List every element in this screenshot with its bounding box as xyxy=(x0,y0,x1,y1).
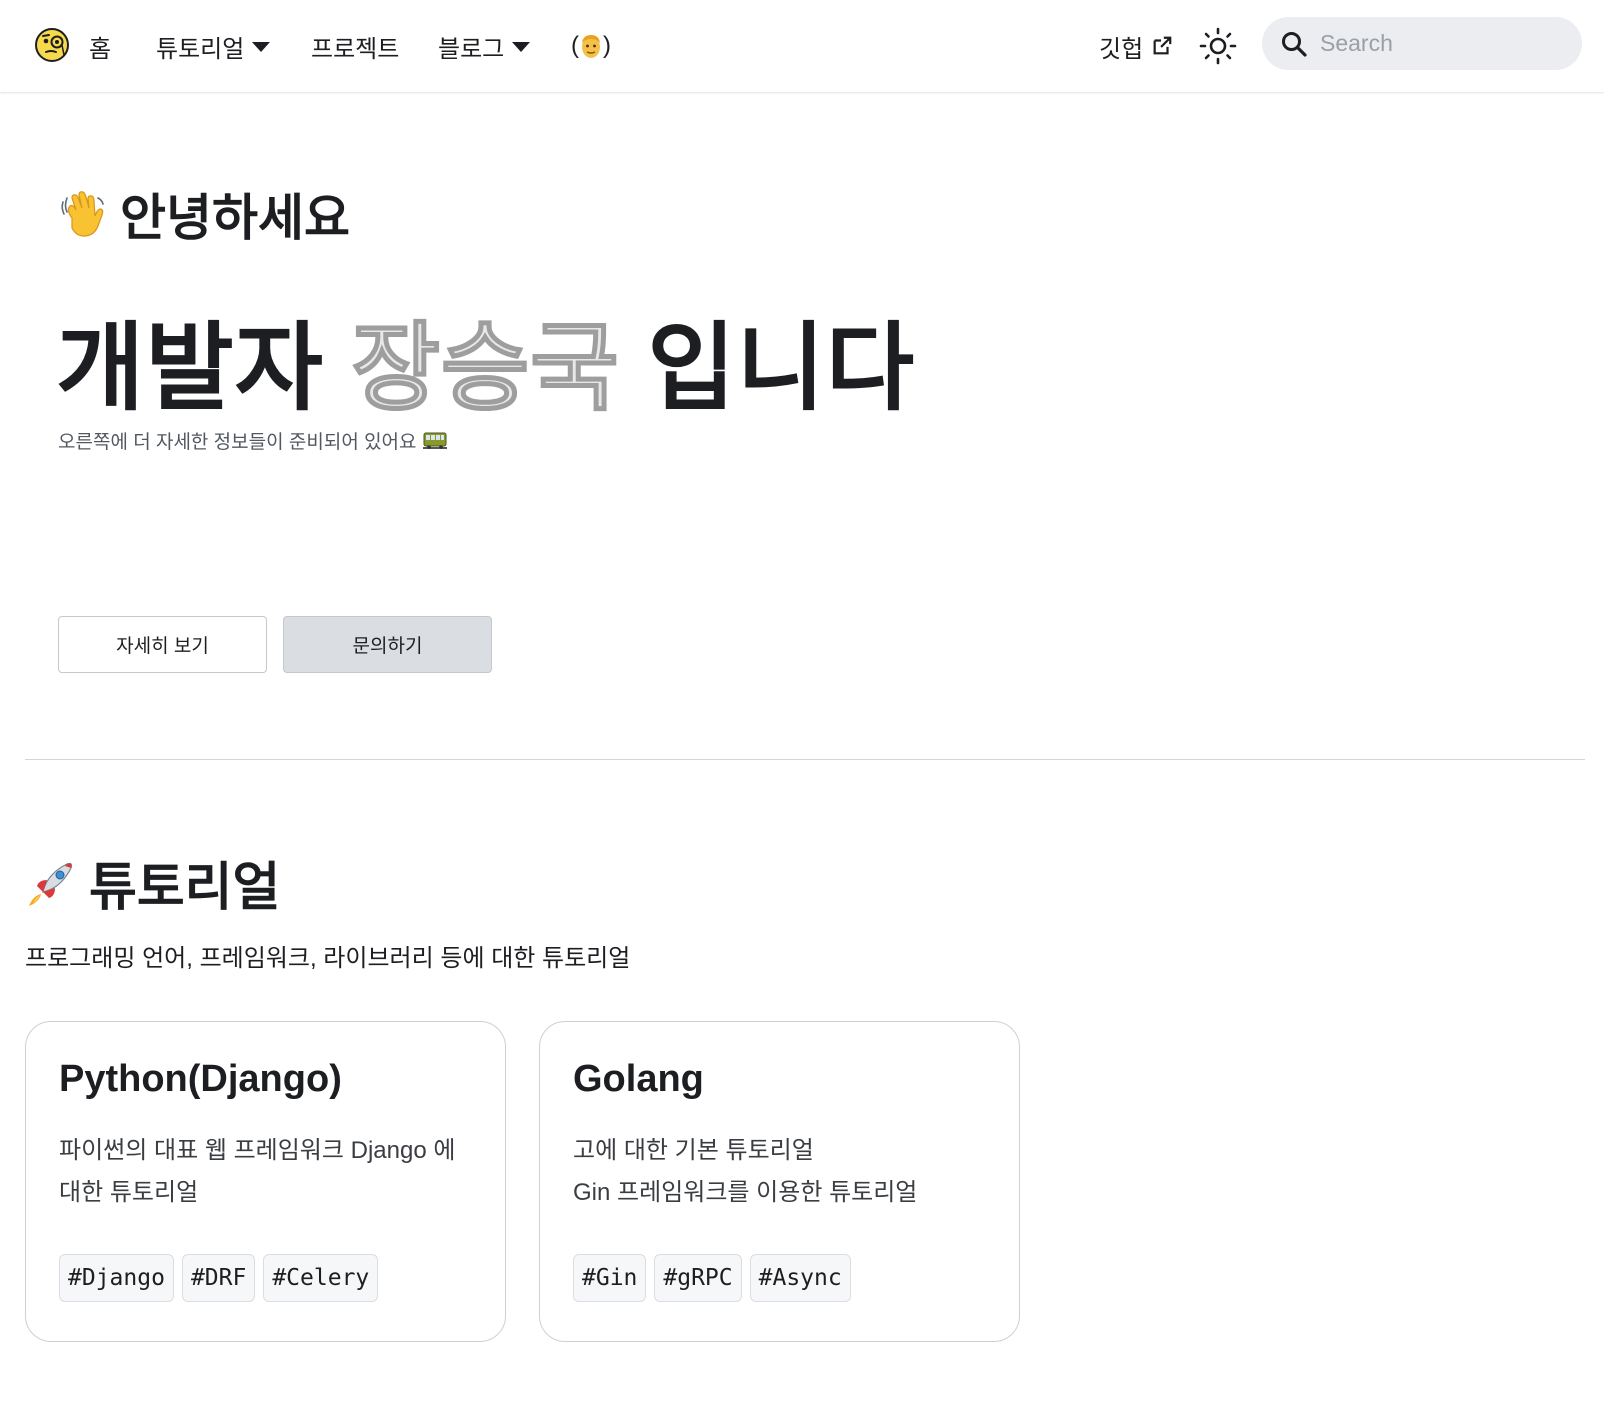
nav-blog-dropdown[interactable]: 블로그 xyxy=(438,28,531,64)
card-description: 고에 대한 기본 튜토리얼 Gin 프레임워크를 이용한 튜토리얼 xyxy=(573,1130,993,1214)
search-input[interactable] xyxy=(1320,25,1570,62)
card-description: 파이썬의 대표 웹 프레임워크 Django 에 대한 튜토리얼 xyxy=(59,1137,456,1206)
nav-github-label: 깃헙 xyxy=(1099,35,1144,63)
sun-theme-toggle-icon[interactable] xyxy=(1198,26,1238,66)
chevron-down-icon xyxy=(512,42,531,52)
nav-home-label: 홈 xyxy=(89,35,112,63)
tag-grpc[interactable]: #gRPC xyxy=(654,1254,742,1302)
nav-profile-open-paren: ( xyxy=(571,32,579,59)
nav-home-link[interactable]: 홈 xyxy=(89,28,111,64)
card-description-line-1: 고에 대한 기본 튜토리얼 xyxy=(573,1137,814,1164)
tutorial-section-title: 튜토리얼 xyxy=(25,845,280,920)
hero-greeting-text: 안녕하세요 xyxy=(120,190,350,246)
nav-blog-label: 블로그 xyxy=(438,35,505,63)
person-emoji-icon xyxy=(582,35,600,58)
tag-celery[interactable]: #Celery xyxy=(263,1254,379,1302)
hero-subtitle-text: 오른쪽에 더 자세한 정보들이 준비되어 있어요 xyxy=(58,432,417,453)
card-title: Golang xyxy=(573,1058,704,1100)
nav-project-link[interactable]: 프로젝트 xyxy=(311,28,399,64)
hero-title: 개발자 장승국 입니다 xyxy=(56,290,915,429)
section-divider xyxy=(25,759,1585,760)
card-title: Python(Django) xyxy=(59,1058,342,1100)
hero-title-prefix: 개발자 xyxy=(56,315,352,422)
nav-profile-link[interactable]: ( ) xyxy=(571,28,611,64)
nav-tutorial-label: 튜토리얼 xyxy=(156,35,245,63)
hero-subtitle: 오른쪽에 더 자세한 정보들이 준비되어 있어요 xyxy=(58,427,447,454)
tutorial-card-golang[interactable]: Golang 고에 대한 기본 튜토리얼 Gin 프레임워크를 이용한 튜토리얼… xyxy=(539,1021,1020,1342)
card-tag-list: #Gin #gRPC #Async xyxy=(573,1254,851,1302)
nav-profile-close-paren: ) xyxy=(603,32,611,59)
hero-title-suffix: 입니다 xyxy=(619,315,916,422)
tag-drf[interactable]: #DRF xyxy=(181,1254,256,1302)
chevron-down-icon xyxy=(252,42,271,52)
waving-hand-icon xyxy=(61,191,104,237)
nav-github-link[interactable]: 깃헙 xyxy=(1099,28,1173,64)
navbar: 홈 튜토리얼 프로젝트 블로그 ( ) 깃헙 xyxy=(0,0,1604,92)
detail-button[interactable]: 자세히 보기 xyxy=(58,616,267,673)
tutorial-section-title-text: 튜토리얼 xyxy=(89,859,281,917)
tutorial-section-description: 프로그래밍 언어, 프레임워크, 라이브러리 등에 대한 튜토리얼 xyxy=(25,945,631,972)
emoji-monocle-face-icon[interactable] xyxy=(34,27,70,63)
rocket-icon xyxy=(29,862,73,906)
hero-title-name: 장승국 xyxy=(351,314,620,423)
contact-button[interactable]: 문의하기 xyxy=(283,616,492,673)
search-box[interactable] xyxy=(1262,17,1582,70)
tag-gin[interactable]: #Gin xyxy=(573,1254,647,1302)
train-icon xyxy=(422,432,447,449)
tag-django[interactable]: #Django xyxy=(59,1254,174,1302)
nav-project-label: 프로젝트 xyxy=(311,35,400,63)
search-icon xyxy=(1282,32,1307,57)
card-tag-list: #Django #DRF #Celery xyxy=(59,1254,379,1302)
tag-async[interactable]: #Async xyxy=(749,1254,851,1302)
hero-greeting: 안녕하세요 xyxy=(58,178,350,250)
tutorial-card-python[interactable]: Python(Django) 파이썬의 대표 웹 프레임워크 Django 에 … xyxy=(25,1021,506,1342)
nav-tutorial-dropdown[interactable]: 튜토리얼 xyxy=(156,28,271,64)
card-description-line-2: Gin 프레임워크를 이용한 튜토리얼 xyxy=(573,1179,918,1206)
external-link-icon xyxy=(1153,36,1172,55)
